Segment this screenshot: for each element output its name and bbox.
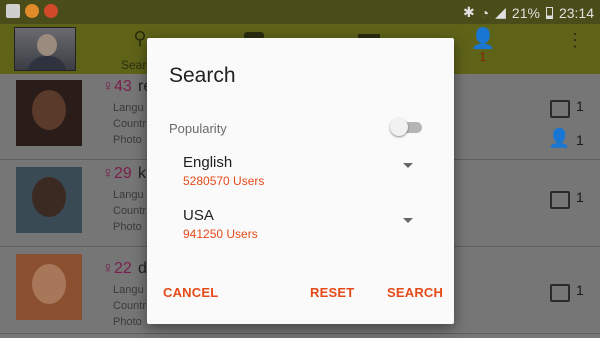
popularity-label: Popularity: [169, 121, 227, 136]
photo-label: Photo: [113, 316, 142, 328]
language-label: Langu: [113, 284, 144, 296]
country-label: Countr: [113, 300, 147, 312]
chevron-down-icon: [403, 218, 413, 223]
battery-percent: 21%: [511, 4, 540, 21]
language-label: Langu: [113, 102, 144, 114]
popularity-toggle[interactable]: [390, 118, 422, 136]
signal-icon: ◢: [495, 4, 506, 20]
cancel-button[interactable]: CANCEL: [163, 285, 218, 300]
country-value: USA: [183, 207, 214, 224]
user-name: k: [138, 165, 146, 182]
photo-icon: [550, 284, 570, 302]
gallery-icon: [6, 4, 20, 18]
reset-button[interactable]: RESET: [310, 285, 354, 300]
people-icon: 👤: [470, 28, 496, 50]
language-user-count: 5280570 Users: [183, 174, 265, 188]
female-age: ♀29: [102, 165, 132, 182]
country-label: Countr: [113, 118, 147, 130]
avatar[interactable]: [14, 27, 76, 71]
user-photo[interactable]: [16, 80, 82, 146]
country-dropdown[interactable]: USA 941250 Users: [183, 207, 423, 247]
country-user-count: 941250 Users: [183, 227, 258, 241]
status-bar: ✱ ◔ ◢ 21% 23:14: [0, 0, 600, 24]
photo-count: 1: [576, 189, 584, 205]
search-button[interactable]: SEARCH: [387, 285, 443, 300]
user-name: d: [138, 260, 147, 277]
photo-icon: [550, 191, 570, 209]
photo-count: 1: [576, 282, 584, 298]
language-dropdown[interactable]: English 5280570 Users: [183, 154, 423, 194]
user-photo[interactable]: [16, 167, 82, 233]
photo-count: 1: [576, 98, 584, 114]
female-age: ♀22: [102, 260, 132, 277]
search-dialog: Search Popularity English 5280570 Users …: [147, 38, 454, 324]
wifi-icon: ◔: [480, 4, 490, 21]
female-age: ♀43: [102, 78, 132, 95]
chevron-down-icon: [403, 163, 413, 168]
photo-icon: [550, 100, 570, 118]
clock: 23:14: [558, 4, 594, 21]
contact-count: 1: [576, 132, 584, 148]
contacts-badge: 1: [479, 50, 487, 64]
app-icon: [25, 4, 39, 18]
language-label: Langu: [113, 189, 144, 201]
overflow-menu-icon[interactable]: ⋮: [566, 31, 584, 60]
app-icon: [44, 4, 58, 18]
dialog-title: Search: [169, 64, 236, 87]
language-value: English: [183, 154, 233, 171]
user-photo[interactable]: [16, 254, 82, 320]
battery-icon: [545, 6, 553, 19]
country-label: Countr: [113, 205, 147, 217]
tab-contacts[interactable]: 👤 1: [470, 28, 496, 72]
bluetooth-icon: ✱: [462, 4, 475, 20]
system-icons: ✱ ◔ ◢ 21% 23:14: [463, 4, 594, 21]
notification-icons: [6, 4, 58, 18]
photo-label: Photo: [113, 134, 142, 146]
photo-label: Photo: [113, 221, 142, 233]
contact-icon: 👤: [548, 128, 571, 148]
